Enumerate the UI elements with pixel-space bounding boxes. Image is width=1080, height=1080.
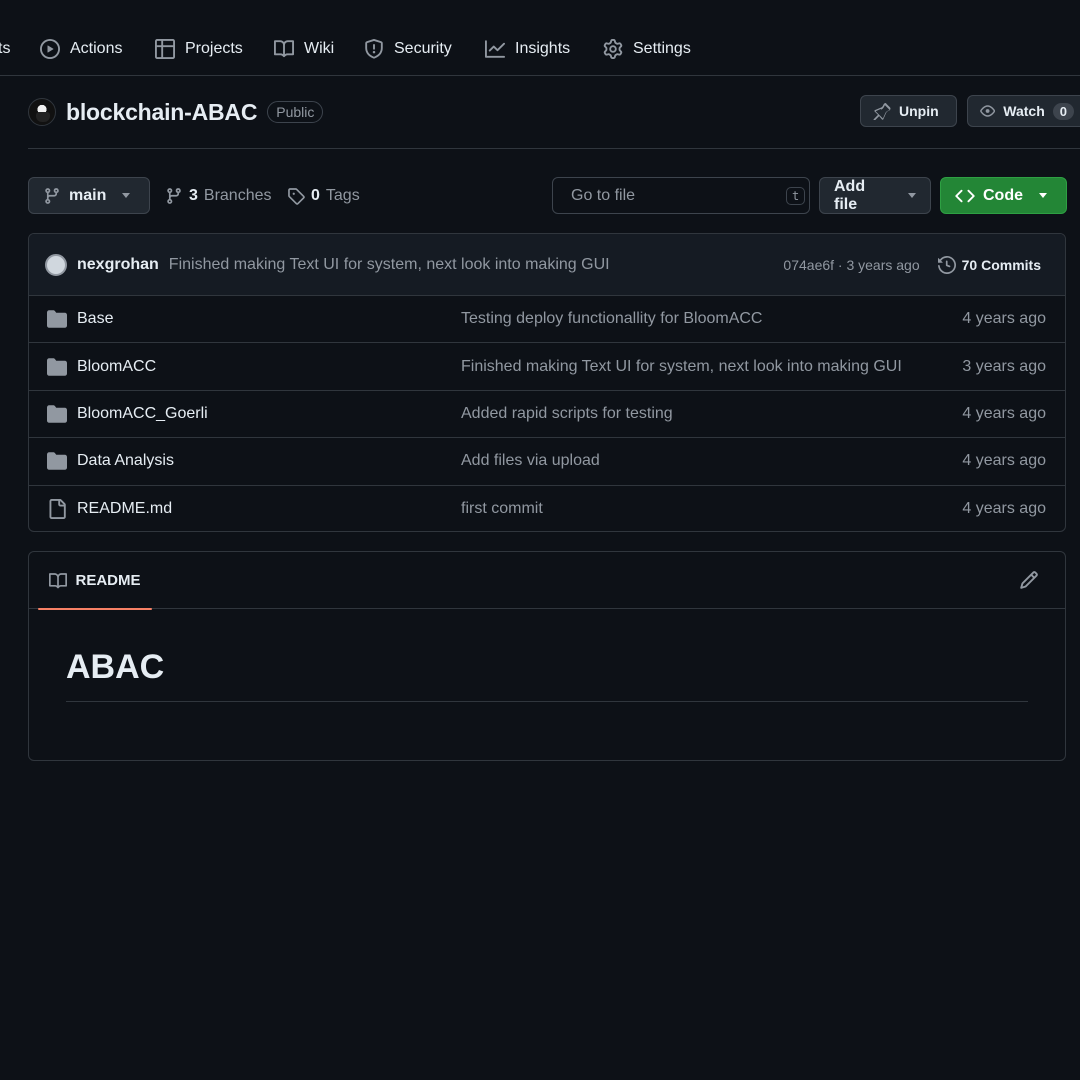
table-row[interactable]: BloomACC Finished making Text UI for sys… bbox=[29, 343, 1065, 391]
watch-button[interactable]: Watch 0 bbox=[967, 95, 1080, 127]
history-icon bbox=[937, 255, 956, 274]
folder-icon bbox=[47, 310, 67, 328]
file-browser: nexgrohan Finished making Text UI for sy… bbox=[28, 233, 1066, 532]
pin-icon bbox=[873, 103, 891, 120]
keyboard-shortcut-hint: t bbox=[786, 186, 806, 205]
file-commit-message[interactable]: Added rapid scripts for testing bbox=[461, 405, 673, 423]
folder-icon bbox=[47, 405, 67, 423]
file-date: 4 years ago bbox=[962, 500, 1046, 518]
file-date: 4 years ago bbox=[962, 452, 1046, 470]
pencil-icon[interactable] bbox=[1019, 570, 1039, 590]
commit-message[interactable]: Finished making Text UI for system, next… bbox=[169, 256, 610, 274]
branches-count: 3 bbox=[189, 187, 198, 204]
chevron-down-icon bbox=[122, 193, 131, 198]
code-label: Code bbox=[983, 186, 1023, 204]
commits-label: 70 Commits bbox=[961, 256, 1041, 273]
book-icon bbox=[274, 40, 294, 58]
tags-link[interactable]: 0 Tags bbox=[287, 182, 360, 210]
file-date: 4 years ago bbox=[962, 310, 1046, 328]
file-date: 4 years ago bbox=[962, 404, 1046, 422]
tags-count: 0 bbox=[311, 187, 320, 204]
graph-icon bbox=[485, 40, 505, 58]
visibility-badge: Public bbox=[267, 101, 324, 123]
author-avatar[interactable] bbox=[45, 253, 67, 276]
commits-link[interactable]: 70 Commits bbox=[937, 255, 1041, 274]
tags-label: Tags bbox=[325, 187, 360, 204]
tag-icon bbox=[288, 188, 305, 205]
branches-link[interactable]: 3 Branches bbox=[165, 182, 272, 210]
file-name[interactable]: README.md bbox=[77, 500, 172, 518]
readme-panel: README ABAC bbox=[28, 551, 1066, 761]
file-icon bbox=[49, 499, 66, 520]
folder-icon bbox=[47, 357, 67, 376]
header-divider bbox=[28, 148, 1080, 149]
table-row[interactable]: BloomACC_Goerli Added rapid scripts for … bbox=[29, 391, 1065, 439]
nav-label: Security bbox=[394, 40, 452, 57]
folder-icon bbox=[47, 452, 67, 471]
file-name[interactable]: BloomACC_Goerli bbox=[77, 405, 208, 423]
file-commit-message[interactable]: Testing deploy functionallity for BloomA… bbox=[461, 310, 762, 328]
code-icon bbox=[955, 189, 975, 202]
watch-count: 0 bbox=[1052, 102, 1074, 120]
chevron-down-icon bbox=[1039, 193, 1047, 198]
branch-selector[interactable]: main bbox=[28, 177, 150, 214]
go-to-file-search[interactable]: t bbox=[552, 177, 810, 214]
file-name[interactable]: Data Analysis bbox=[77, 452, 174, 470]
shield-icon bbox=[365, 39, 383, 59]
readme-heading: ABAC bbox=[66, 648, 1028, 702]
file-commit-message[interactable]: first commit bbox=[461, 500, 543, 518]
table-row[interactable]: Base Testing deploy functionallity for B… bbox=[29, 296, 1065, 344]
nav-item-projects[interactable]: Projects bbox=[155, 36, 243, 62]
nav-item-truncated[interactable]: ts bbox=[0, 36, 10, 62]
chevron-down-icon bbox=[908, 193, 916, 198]
search-input[interactable] bbox=[571, 186, 778, 205]
unpin-button[interactable]: Unpin bbox=[860, 95, 957, 127]
nav-item-wiki[interactable]: Wiki bbox=[274, 36, 334, 62]
tab-readme[interactable]: README bbox=[38, 552, 152, 610]
nav-label: Settings bbox=[633, 40, 691, 57]
file-commit-message[interactable]: Finished making Text UI for system, next… bbox=[461, 358, 902, 376]
latest-commit-bar: nexgrohan Finished making Text UI for sy… bbox=[29, 234, 1065, 296]
owner-avatar[interactable] bbox=[28, 98, 56, 126]
repo-title[interactable]: blockchain-ABAC bbox=[66, 99, 257, 126]
branch-icon bbox=[167, 188, 181, 204]
nav-item-actions[interactable]: Actions bbox=[40, 36, 122, 62]
nav-item-security[interactable]: Security bbox=[364, 36, 452, 62]
table-icon bbox=[155, 39, 175, 59]
unpin-label: Unpin bbox=[899, 103, 939, 119]
readme-tab-label: README bbox=[75, 572, 141, 589]
nav-item-insights[interactable]: Insights bbox=[485, 36, 570, 62]
play-circle-icon bbox=[40, 39, 60, 59]
nav-label: Wiki bbox=[304, 40, 335, 57]
repo-nav: ts Actions Projects Wiki Security Insigh… bbox=[0, 0, 1080, 76]
watch-label: Watch bbox=[1003, 103, 1045, 119]
nav-item-settings[interactable]: Settings bbox=[603, 36, 691, 62]
commit-hash-time[interactable]: 074ae6f · 3 years ago bbox=[783, 257, 919, 273]
eye-icon bbox=[980, 105, 996, 117]
repo-header: blockchain-ABAC Public bbox=[28, 94, 324, 130]
add-file-label: Add file bbox=[834, 177, 866, 213]
book-icon bbox=[49, 572, 68, 588]
file-date: 3 years ago bbox=[962, 357, 1046, 375]
file-commit-message[interactable]: Add files via upload bbox=[461, 452, 600, 470]
file-name[interactable]: Base bbox=[77, 310, 113, 328]
gear-icon bbox=[603, 39, 623, 59]
file-name[interactable]: BloomACC bbox=[77, 358, 156, 376]
nav-label: Actions bbox=[70, 40, 123, 57]
branches-label: Branches bbox=[203, 187, 272, 204]
code-button[interactable]: Code bbox=[940, 177, 1067, 214]
commit-author[interactable]: nexgrohan bbox=[77, 256, 159, 274]
branch-name: main bbox=[69, 186, 107, 204]
nav-label: Insights bbox=[515, 40, 571, 57]
table-row[interactable]: README.md first commit 4 years ago bbox=[29, 486, 1065, 531]
table-row[interactable]: Data Analysis Add files via upload 4 yea… bbox=[29, 438, 1065, 486]
add-file-button[interactable]: Add file bbox=[819, 177, 931, 214]
branch-icon bbox=[45, 187, 59, 204]
nav-label: Projects bbox=[185, 40, 243, 57]
readme-tabbar: README bbox=[29, 552, 1065, 610]
